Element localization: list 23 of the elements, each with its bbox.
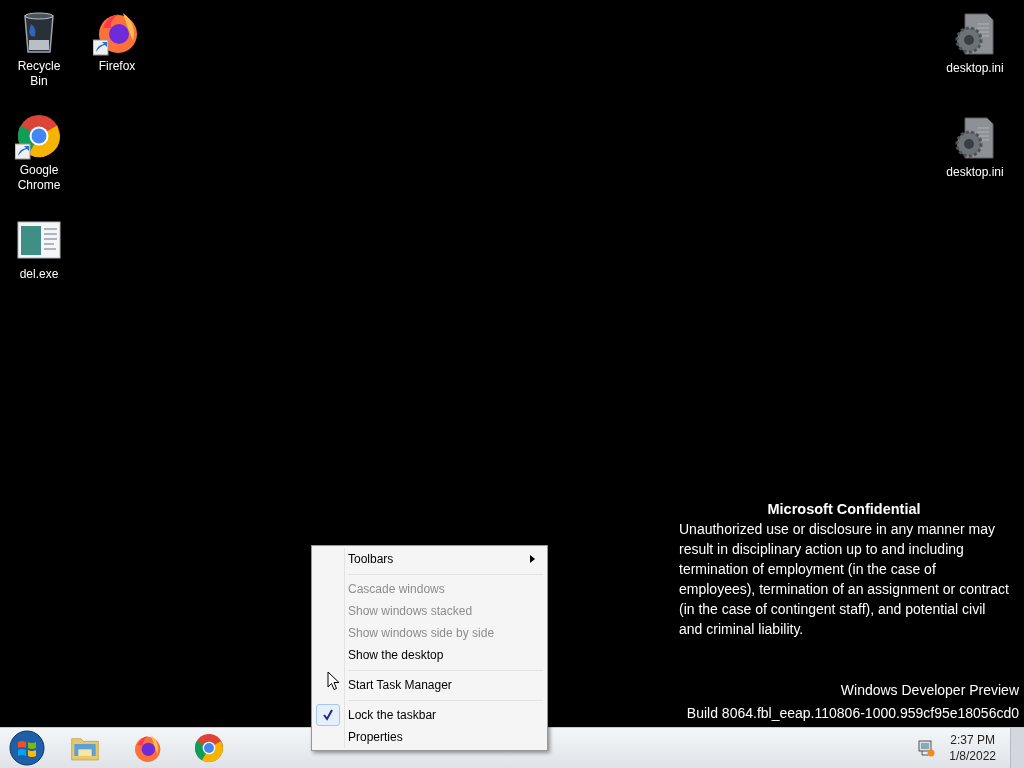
- menu-item[interactable]: Toolbars: [314, 548, 545, 570]
- confidential-notice: Unauthorized use or disclosure in any manner may result in disciplinary action up to and including termination of employment (in the case of employees), termination of an assignment or contract (in the case of contingent staff), and potential civil and criminal liability.: [679, 520, 1009, 639]
- clock-time: 2:37 PM: [950, 732, 995, 748]
- clock[interactable]: 2:37 PM 1/8/2022: [949, 732, 996, 764]
- icon-label[interactable]: del.exe: [8, 267, 70, 282]
- icon-label[interactable]: Recycle Bin: [8, 59, 70, 89]
- menu-item[interactable]: Show the desktop: [314, 644, 545, 666]
- chrome-icon: [193, 732, 225, 764]
- submenu-arrow-icon: [530, 555, 535, 563]
- check-icon: [322, 709, 334, 721]
- menu-item[interactable]: Properties: [314, 726, 545, 748]
- menu-item[interactable]: Lock the taskbar: [314, 704, 545, 726]
- build-text: Build 8064.fbl_eeap.110806-1000.959cf95e18056cd0: [686, 704, 1019, 723]
- clock-date: 1/8/2022: [949, 748, 996, 764]
- network-warning-icon[interactable]: [917, 739, 936, 757]
- icon-label[interactable]: Firefox: [86, 59, 148, 74]
- mouse-cursor-icon: [327, 671, 340, 691]
- confidential-heading: Microsoft Confidential: [767, 501, 921, 517]
- icon-label[interactable]: Google Chrome: [8, 163, 70, 193]
- icon-label[interactable]: desktop.ini: [944, 165, 1006, 180]
- edition-text: Windows Developer Preview: [840, 681, 1019, 700]
- menu-item[interactable]: Start Task Manager: [314, 674, 545, 696]
- icon-label[interactable]: desktop.ini: [944, 61, 1006, 76]
